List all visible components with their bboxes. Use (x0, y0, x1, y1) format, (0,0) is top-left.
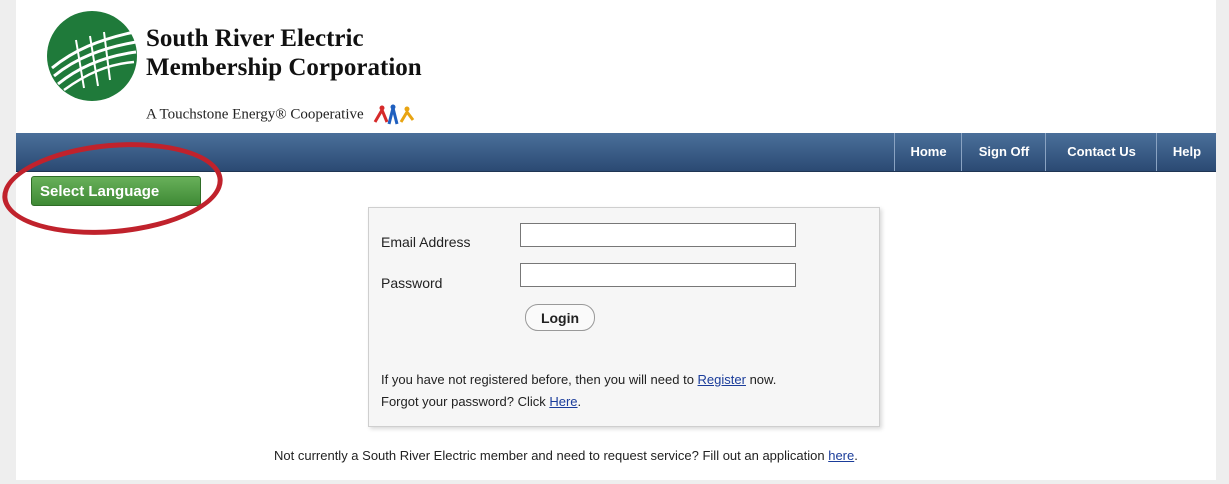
service-application-notice: Not currently a South River Electric mem… (274, 448, 858, 463)
email-address-field[interactable] (520, 223, 796, 247)
service-application-text: Not currently a South River Electric mem… (274, 448, 829, 463)
forgot-password-notice: Forgot your password? Click Here. (381, 394, 581, 409)
cooperative-tagline: A Touchstone Energy® Cooperative (146, 104, 415, 126)
email-address-label: Email Address (381, 234, 471, 250)
register-notice-suffix: now. (745, 372, 777, 387)
nav-sign-off-link[interactable]: Sign Off (961, 133, 1046, 171)
page-left-margin (0, 0, 16, 484)
touchstone-figures-logo-icon (374, 104, 415, 125)
forgot-password-suffix: . (577, 394, 582, 409)
password-label: Password (381, 275, 443, 291)
nav-help-link[interactable]: Help (1156, 133, 1217, 171)
forgot-password-link[interactable]: Here (549, 394, 577, 409)
top-navigation-bar: Home Sign Off Contact Us Help (16, 133, 1216, 172)
login-panel: Email Address Password Login If you have… (368, 207, 880, 427)
nav-contact-us-link[interactable]: Contact Us (1045, 133, 1157, 171)
password-field[interactable] (520, 263, 796, 287)
login-button[interactable]: Login (525, 304, 595, 331)
register-notice-text: If you have not registered before, then … (381, 372, 698, 387)
service-application-suffix: . (854, 448, 858, 463)
page-right-margin (1216, 0, 1229, 484)
service-application-link[interactable]: here (828, 448, 854, 463)
organization-name: South River Electric Membership Corporat… (146, 24, 422, 82)
tagline-text: A Touchstone Energy® Cooperative (146, 106, 364, 123)
page-bottom-margin (0, 480, 1229, 484)
organization-name-line-2: Membership Corporation (146, 54, 422, 81)
forgot-password-text: Forgot your password? Click (381, 394, 550, 409)
organization-name-line-1: South River Electric (146, 25, 364, 52)
register-notice: If you have not registered before, then … (381, 372, 776, 387)
register-link[interactable]: Register (698, 372, 746, 387)
nav-home-link[interactable]: Home (894, 133, 962, 171)
south-river-globe-logo-icon (47, 11, 137, 101)
select-language-button[interactable]: Select Language (31, 176, 201, 206)
